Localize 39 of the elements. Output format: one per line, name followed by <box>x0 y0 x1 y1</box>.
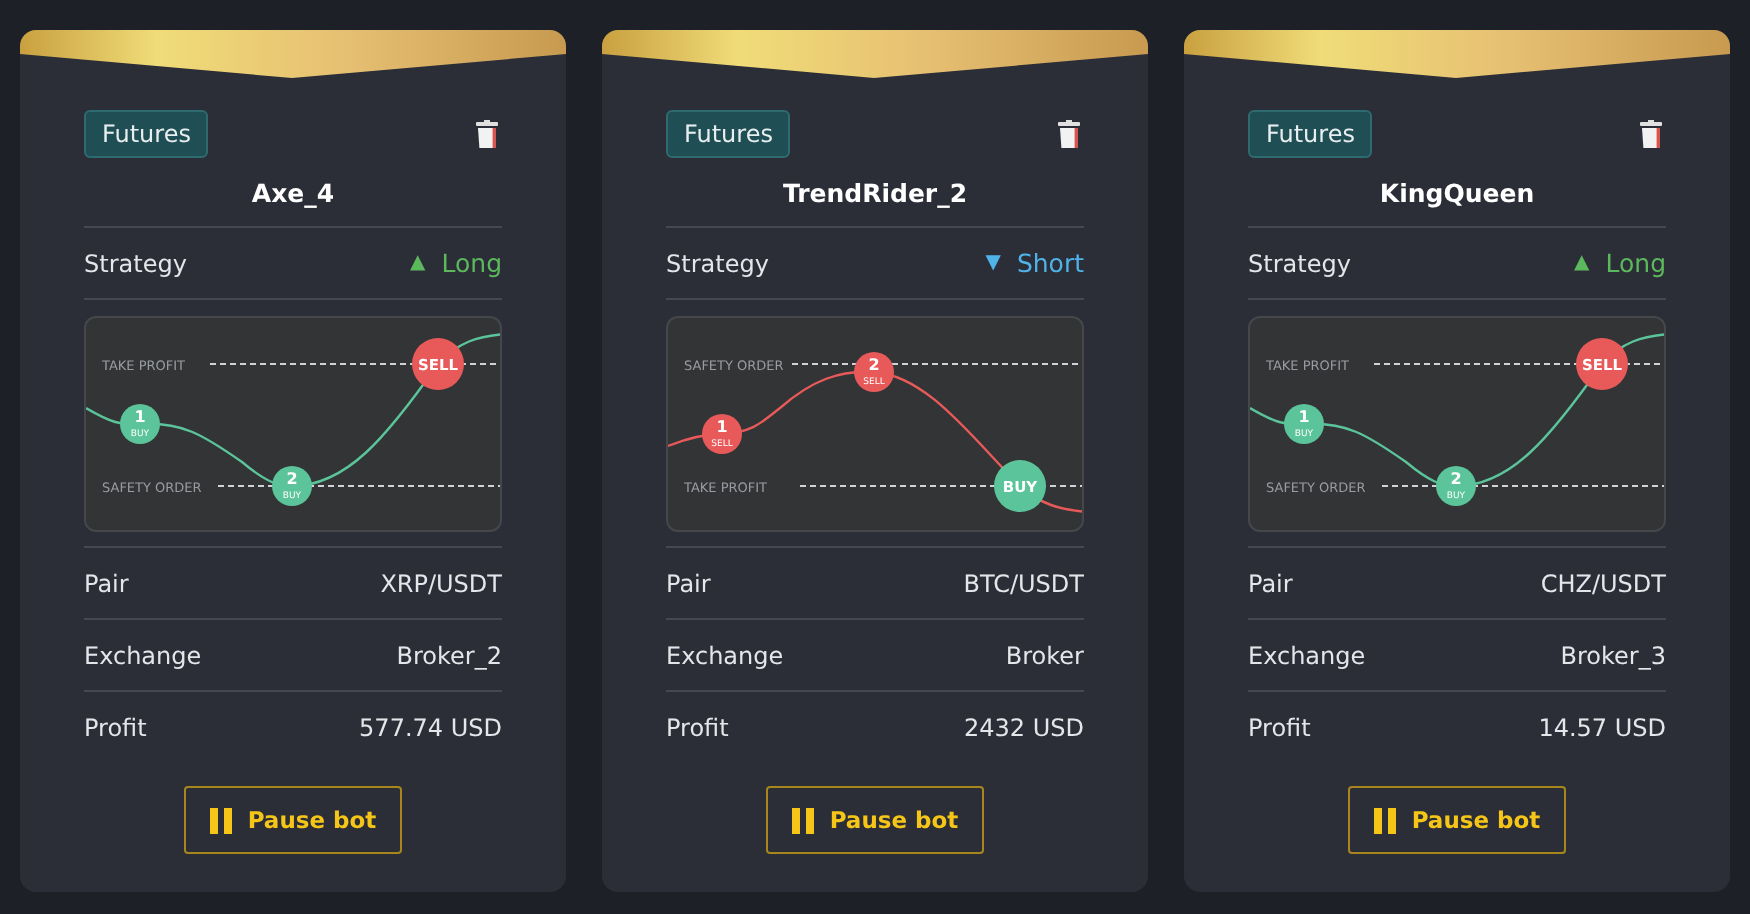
row-label: Strategy <box>666 249 769 277</box>
trash-icon[interactable] <box>476 120 498 148</box>
row-label: Profit <box>1248 713 1311 741</box>
pause-icon <box>1373 807 1396 833</box>
row-value: 14.57 USD <box>1538 713 1666 741</box>
row-label: Exchange <box>1248 641 1366 669</box>
row-value: BTC/USDT <box>963 569 1084 597</box>
row-label: Profit <box>666 713 729 741</box>
pause-icon <box>791 807 814 833</box>
strategy-direction: ▼ Short <box>985 248 1084 278</box>
row-label: Strategy <box>1248 249 1351 277</box>
row-value: Broker <box>1005 641 1084 669</box>
row-value: Broker_3 <box>1560 641 1666 669</box>
row-label: Pair <box>666 569 711 597</box>
row-label: Pair <box>84 569 129 597</box>
row-value: CHZ/USDT <box>1540 569 1666 597</box>
trash-icon[interactable] <box>1058 120 1080 148</box>
row-label: Profit <box>84 713 147 741</box>
futures-tag: Futures <box>666 110 791 158</box>
pause-icon <box>209 807 232 833</box>
row-label: Strategy <box>84 249 187 277</box>
row-label: Exchange <box>84 641 202 669</box>
pause-bot-button[interactable]: Pause bot <box>1347 786 1567 854</box>
row-value: 577.74 USD <box>359 713 502 741</box>
bot-name: TrendRider_2 <box>666 158 1084 228</box>
bot-name: Axe_4 <box>84 158 502 228</box>
futures-tag: Futures <box>84 110 209 158</box>
strategy-direction: ▲ Long <box>1574 248 1666 278</box>
row-value: Broker_2 <box>396 641 502 669</box>
row-value: 2432 USD <box>964 713 1084 741</box>
trash-icon[interactable] <box>1640 120 1662 148</box>
pause-bot-button[interactable]: Pause bot <box>183 786 403 854</box>
pause-bot-button[interactable]: Pause bot <box>765 786 985 854</box>
row-value: XRP/USDT <box>380 569 502 597</box>
bot-name: KingQueen <box>1248 158 1666 228</box>
row-label: Exchange <box>666 641 784 669</box>
futures-tag: Futures <box>1248 110 1373 158</box>
strategy-direction: ▲ Long <box>410 248 502 278</box>
row-label: Pair <box>1248 569 1293 597</box>
